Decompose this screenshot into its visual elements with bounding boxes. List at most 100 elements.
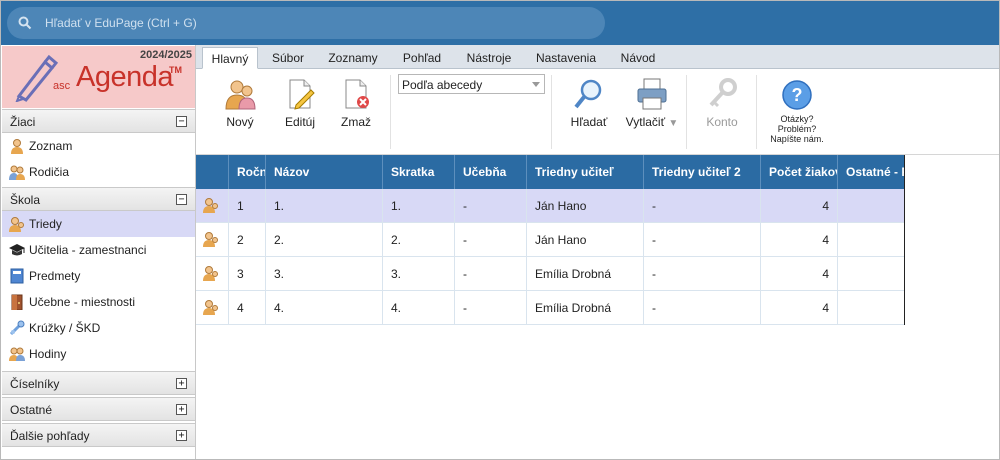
cell-ostatne [838,257,905,291]
table-row[interactable]: 3 3. 3. - Emília Drobná - 4 [196,257,905,291]
col-header-pocet-ziakov[interactable]: Počet žiakov [761,155,838,189]
col-header-triedny-ucitel-2[interactable]: Triedny učiteľ 2 [644,155,761,189]
sidebar-item-label: Učitelia - zamestnanci [29,243,147,257]
cell-skratka: 2. [383,223,455,257]
sidebar-item-hodiny[interactable]: Hodiny [2,341,195,367]
table-row[interactable]: 1 1. 1. - Ján Hano - 4 [196,189,905,223]
new-user-icon [225,80,256,110]
section-ziaci[interactable]: Žiaci − [2,109,195,133]
cell-triedny-ucitel: Ján Hano [527,189,644,223]
cell-rocnik: 2 [229,223,266,257]
lessons-icon [9,347,25,361]
group-icon [9,320,25,336]
search-input[interactable]: Hľadať v EduPage (Ctrl + G) [7,7,605,39]
expand-icon[interactable]: + [176,378,187,389]
cell-nazov: 2. [266,223,383,257]
cell-skratka: 4. [383,291,455,325]
cell-nazov: 1. [266,189,383,223]
help-line-3: Napíšte nám. [770,134,824,144]
ribbon-tabs: Hlavný Súbor Zoznamy Pohľad Nástroje Nas… [196,45,999,69]
class-icon [203,300,218,315]
row-icon-cell [196,189,229,223]
search-button[interactable]: Hľadať [566,77,612,129]
cell-nazov: 3. [266,257,383,291]
section-label: Žiaci [10,115,36,129]
ribbon-separator [756,75,757,149]
sort-select[interactable]: Podľa abecedy [398,74,545,94]
col-header-icon[interactable] [196,155,229,189]
col-header-nazov[interactable]: Názov [266,155,383,189]
account-button[interactable]: Konto [700,77,744,129]
school-year: 2024/2025 [140,49,192,61]
sidebar-item-label: Hodiny [29,347,67,361]
col-header-skratka[interactable]: Skratka [383,155,455,189]
tab-subor[interactable]: Súbor [262,47,314,69]
sidebar-item-ucitelia[interactable]: Učitelia - zamestnanci [2,237,195,263]
delete-button[interactable]: Zmaž [334,77,378,129]
sidebar-item-label: Krúžky / ŠKD [29,321,101,335]
col-header-rocnik[interactable]: Ročník [229,155,266,189]
sidebar-item-predmety[interactable]: Predmety [2,263,195,289]
table-header: Ročník Názov Skratka Učebňa Triedny učit… [196,155,905,189]
cell-ostatne [838,223,905,257]
sidebar-item-rodicia[interactable]: Rodičia [2,159,195,185]
sidebar-item-label: Rodičia [29,165,70,179]
logo-tm: TM [169,65,182,75]
delete-document-icon [345,79,369,109]
sidebar-item-label: Zoznam [29,139,73,153]
account-label: Konto [706,115,738,129]
tab-hlavny[interactable]: Hlavný [202,47,258,69]
col-header-triedny-ucitel[interactable]: Triedny učiteľ [527,155,644,189]
edit-button[interactable]: Editúj [278,77,322,129]
help-button[interactable]: ? Otázky? Problém? Napíšte nám. [764,79,830,144]
col-header-ucebna[interactable]: Učebňa [455,155,527,189]
expand-icon[interactable]: + [176,430,187,441]
sidebar: 2024/2025 asc Agenda TM Žiaci − Zoznam R… [1,45,196,459]
app-window: Hľadať v EduPage (Ctrl + G) 2024/2025 as… [0,0,1000,460]
cell-ucebna: - [455,291,527,325]
col-header-ostatne[interactable]: Ostatné - Rozvrh [838,155,905,189]
cell-triedny-ucitel-2: - [644,291,761,325]
chevron-down-icon [532,82,540,87]
new-label: Nový [226,115,254,129]
expand-icon[interactable]: + [176,404,187,415]
edit-document-icon [289,79,315,110]
tab-nastroje[interactable]: Nástroje [458,47,520,69]
delete-label: Zmaž [341,115,371,129]
cell-ucebna: - [455,223,527,257]
key-icon [709,78,737,108]
table-right-border [904,155,905,325]
student-icon [11,139,23,154]
cell-nazov: 4. [266,291,383,325]
new-button[interactable]: Nový [218,77,262,129]
cell-triedny-ucitel-2: - [644,189,761,223]
section-label: Škola [10,193,41,207]
help-line-2: Problém? [777,124,817,134]
tab-nastavenia[interactable]: Nastavenia [528,47,604,69]
print-label: Vytlačiť ▼ [625,115,679,129]
cell-pocet-ziakov: 4 [761,291,838,325]
cell-skratka: 1. [383,189,455,223]
section-skola[interactable]: Škola − [2,187,195,211]
collapse-icon[interactable]: − [176,194,187,205]
sidebar-item-kruzky[interactable]: Krúžky / ŠKD [2,315,195,341]
tab-navod[interactable]: Návod [610,47,666,69]
table-row[interactable]: 4 4. 4. - Emília Drobná - 4 [196,291,905,325]
sidebar-item-ucebne[interactable]: Učebne - miestnosti [2,289,195,315]
section-dalsie-pohlady[interactable]: Ďalšie pohľady + [2,423,195,447]
tab-pohlad[interactable]: Pohľad [392,47,452,69]
section-ostatne[interactable]: Ostatné + [2,397,195,421]
sidebar-item-zoznam[interactable]: Zoznam [2,133,195,159]
print-button[interactable]: Vytlačiť ▼ [622,77,682,129]
cell-ucebna: - [455,189,527,223]
ribbon-separator [390,75,391,149]
cell-rocnik: 4 [229,291,266,325]
chevron-down-icon: ▼ [668,118,679,129]
tab-zoznamy[interactable]: Zoznamy [320,47,386,69]
cell-triedny-ucitel-2: - [644,257,761,291]
section-ciselniky[interactable]: Číselníky + [2,371,195,395]
table-row[interactable]: 2 2. 2. - Ján Hano - 4 [196,223,905,257]
collapse-icon[interactable]: − [176,116,187,127]
sidebar-item-triedy[interactable]: Triedy [2,211,195,237]
cell-skratka: 3. [383,257,455,291]
